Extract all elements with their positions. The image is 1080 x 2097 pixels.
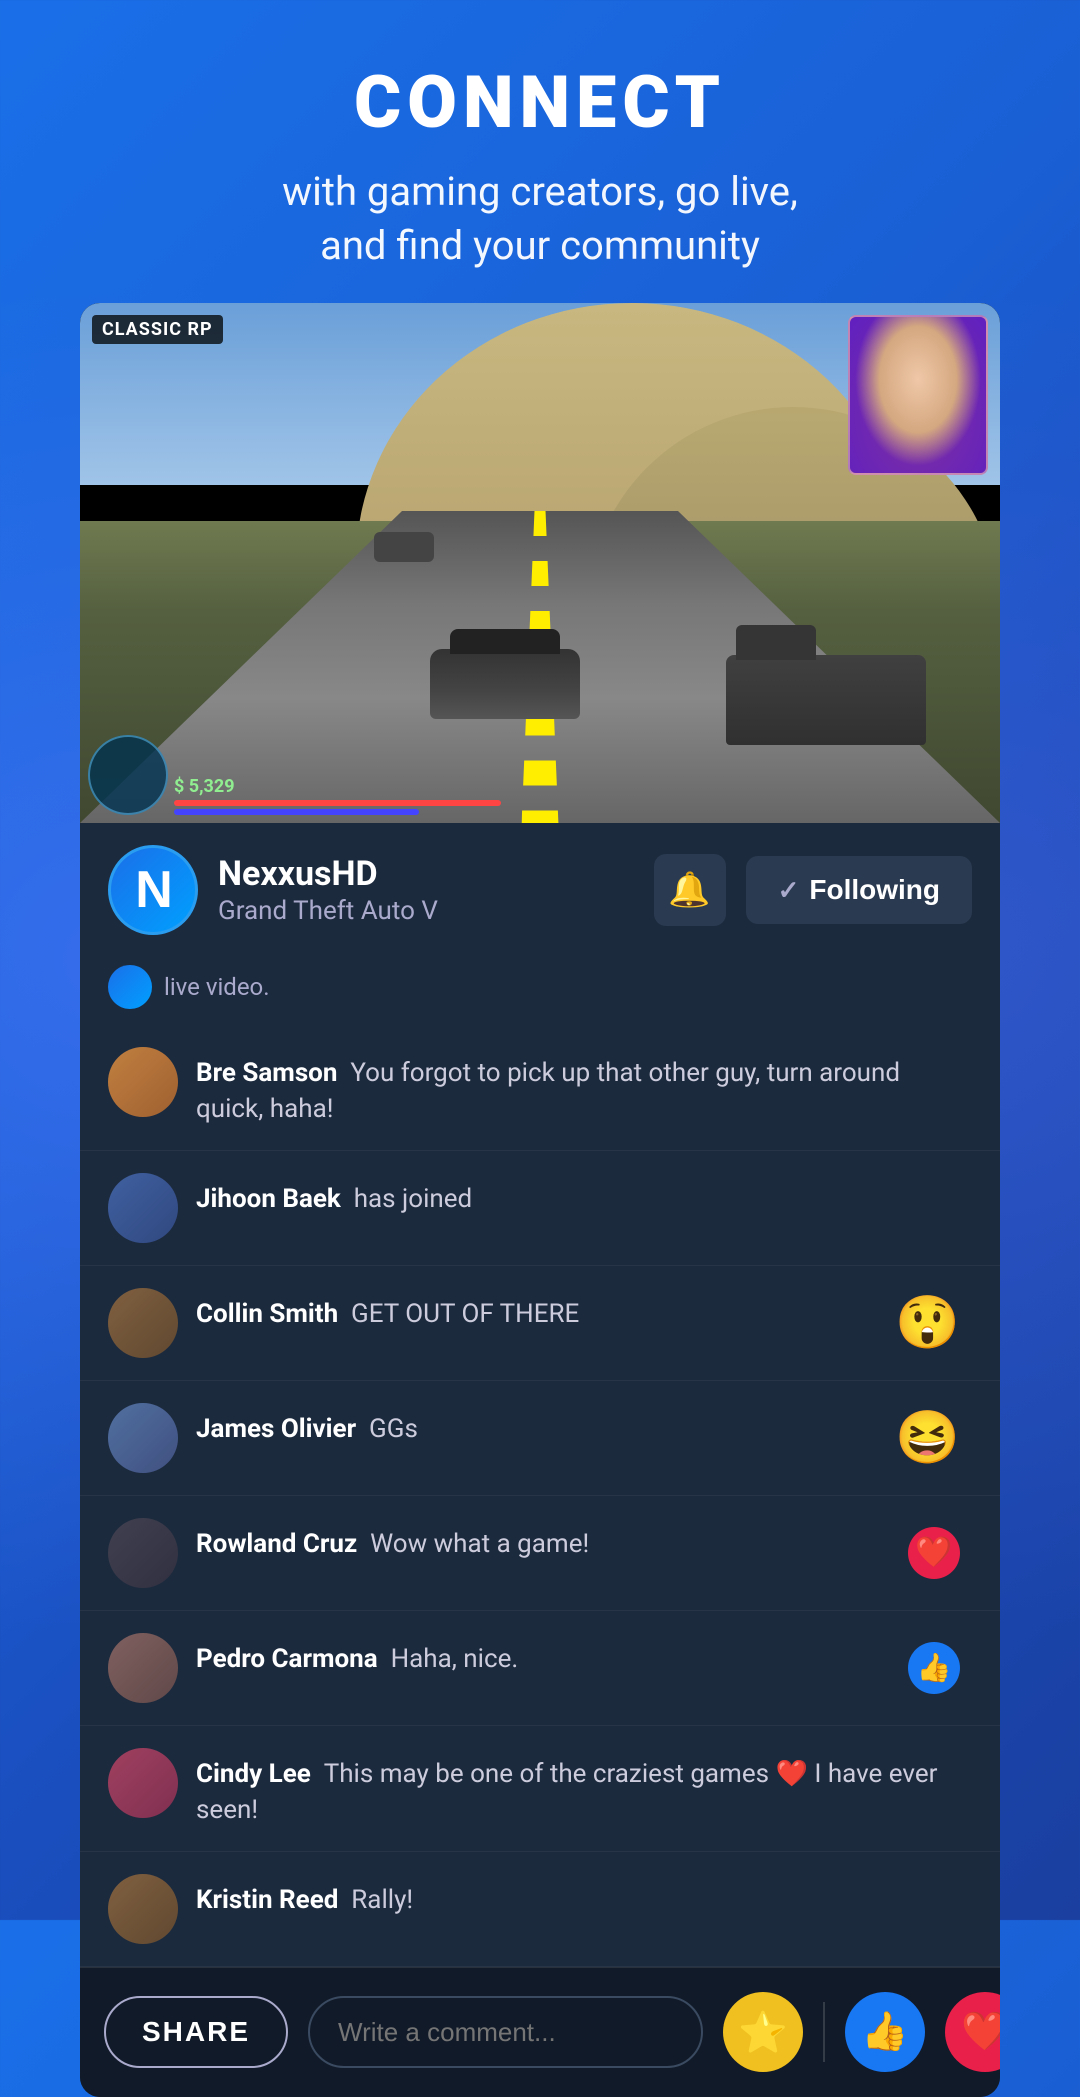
streamer-camera-pip bbox=[848, 315, 988, 475]
reaction-emoji: 😆 bbox=[895, 1412, 960, 1464]
more-reactions-button[interactable]: ❤️ bbox=[945, 1992, 1000, 2072]
divider bbox=[823, 2002, 825, 2062]
avatar bbox=[108, 1047, 178, 1117]
header-section: CONNECT with gaming creators, go live,an… bbox=[0, 0, 1080, 303]
avatar bbox=[108, 1173, 178, 1243]
reaction-emoji: 😲 bbox=[895, 1297, 960, 1349]
bottom-action-bar: SHARE ⭐ 👍 ❤️ bbox=[80, 1967, 1000, 2097]
minimap bbox=[88, 735, 168, 815]
comment-text: Rowland Cruz Wow what a game! bbox=[196, 1518, 972, 1562]
share-button[interactable]: SHARE bbox=[104, 1996, 288, 2068]
bell-notification-button[interactable]: 🔔 bbox=[654, 854, 726, 926]
like-button[interactable]: 👍 bbox=[845, 1992, 925, 2072]
comment-username: Bre Samson bbox=[196, 1058, 337, 1088]
comment-text: Kristin Reed Rally! bbox=[196, 1874, 972, 1918]
comments-section: Bre Samson You forgot to pick up that ot… bbox=[80, 1025, 1000, 1967]
heart-reaction: ❤️ bbox=[908, 1527, 960, 1579]
game-tag-badge: CLASSIC RP bbox=[92, 315, 223, 344]
comment-input[interactable] bbox=[308, 1996, 703, 2068]
hud-armor-bar bbox=[174, 809, 419, 815]
page-title: CONNECT bbox=[40, 60, 1040, 145]
comment-username: Cindy Lee bbox=[196, 1759, 311, 1789]
list-item: Rowland Cruz Wow what a game! ❤️ bbox=[80, 1496, 1000, 1611]
live-notice-text: live video. bbox=[164, 973, 270, 1001]
list-item: Cindy Lee This may be one of the crazies… bbox=[80, 1726, 1000, 1852]
avatar bbox=[108, 1874, 178, 1944]
comment-text: Collin Smith GET OUT OF THERE bbox=[196, 1288, 972, 1332]
hud-overlay: $ 5,329 bbox=[88, 735, 992, 815]
following-label: Following bbox=[809, 874, 940, 906]
page-subtitle: with gaming creators, go live,and find y… bbox=[40, 165, 1040, 273]
list-item: Pedro Carmona Haha, nice. 👍 bbox=[80, 1611, 1000, 1726]
comment-text: Jihoon Baek has joined bbox=[196, 1173, 972, 1217]
star-icon: ⭐ bbox=[738, 2009, 788, 2056]
streamer-game: Grand Theft Auto V bbox=[218, 896, 634, 926]
comment-username: James Olivier bbox=[196, 1414, 356, 1444]
list-item: James Olivier GGs 😆 bbox=[80, 1381, 1000, 1496]
check-icon: ✓ bbox=[778, 875, 800, 906]
comment-text: Bre Samson You forgot to pick up that ot… bbox=[196, 1047, 972, 1128]
content-card: CLASSIC RP $ 5,329 N NexxusHD Grand Thef… bbox=[80, 303, 1000, 2097]
list-item: Kristin Reed Rally! bbox=[80, 1852, 1000, 1967]
heart-icon: ❤️ bbox=[961, 2010, 1000, 2054]
avatar bbox=[108, 1518, 178, 1588]
list-item: Bre Samson You forgot to pick up that ot… bbox=[80, 1025, 1000, 1151]
following-button[interactable]: ✓ Following bbox=[746, 856, 972, 924]
bell-icon: 🔔 bbox=[668, 870, 710, 910]
thumbs-up-icon: 👍 bbox=[861, 2010, 908, 2054]
live-notice-avatar bbox=[108, 965, 152, 1009]
hud-money: $ 5,329 bbox=[174, 776, 992, 797]
comment-text: Pedro Carmona Haha, nice. bbox=[196, 1633, 972, 1677]
avatar bbox=[108, 1403, 178, 1473]
like-reaction: 👍 bbox=[908, 1642, 960, 1694]
list-item: Collin Smith GET OUT OF THERE 😲 bbox=[80, 1266, 1000, 1381]
comment-username: Collin Smith bbox=[196, 1299, 338, 1329]
avatar bbox=[108, 1288, 178, 1358]
streamer-avatar: N bbox=[108, 845, 198, 935]
avatar bbox=[108, 1748, 178, 1818]
comment-text: Cindy Lee This may be one of the crazies… bbox=[196, 1748, 972, 1829]
video-player[interactable]: CLASSIC RP $ 5,329 bbox=[80, 303, 1000, 823]
comment-username: Pedro Carmona bbox=[196, 1644, 378, 1674]
streamer-name-block: NexxusHD Grand Theft Auto V bbox=[218, 854, 634, 926]
streamer-info-row: N NexxusHD Grand Theft Auto V 🔔 ✓ Follow… bbox=[80, 823, 1000, 957]
avatar bbox=[108, 1633, 178, 1703]
streamer-name: NexxusHD bbox=[218, 854, 634, 894]
comment-text: James Olivier GGs bbox=[196, 1403, 972, 1447]
comment-username: Jihoon Baek bbox=[196, 1184, 341, 1214]
star-button[interactable]: ⭐ bbox=[723, 1992, 803, 2072]
comment-username: Rowland Cruz bbox=[196, 1529, 357, 1559]
list-item: Jihoon Baek has joined bbox=[80, 1151, 1000, 1266]
hud-health-bar bbox=[174, 800, 501, 806]
live-notice-row: live video. bbox=[80, 957, 1000, 1025]
comment-username: Kristin Reed bbox=[196, 1885, 338, 1915]
